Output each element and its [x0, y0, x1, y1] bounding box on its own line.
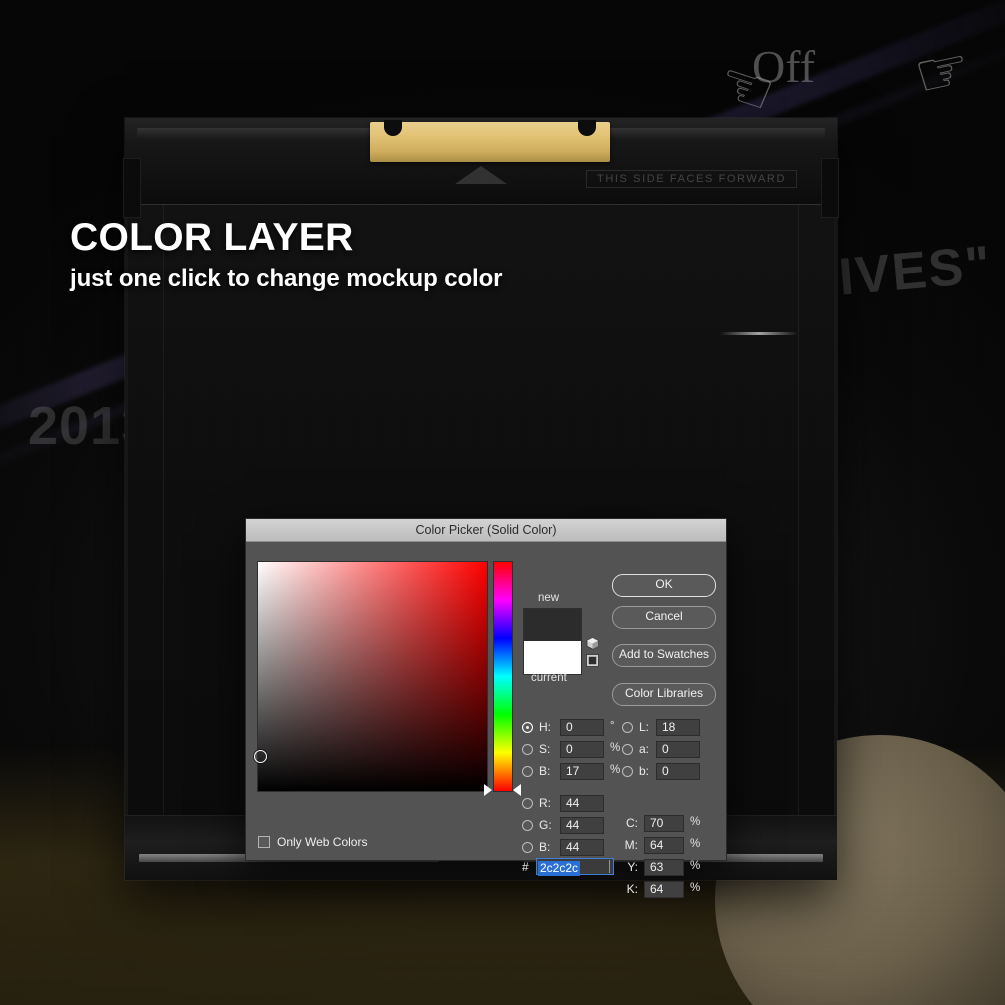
ok-button[interactable]: OK: [612, 574, 716, 597]
field-row-yellow[interactable]: Y: 63 %: [622, 858, 732, 879]
radio-brightness[interactable]: [522, 766, 533, 777]
label-lab-b: b:: [639, 764, 650, 778]
label-brightness: B:: [539, 764, 551, 778]
label-cyan: C:: [626, 816, 638, 830]
hue-slider-handle-right-icon[interactable]: [513, 784, 521, 796]
field-row-key[interactable]: K: 64 %: [622, 880, 732, 901]
web-safe-color-icon[interactable]: [586, 654, 599, 667]
input-saturation[interactable]: 0: [560, 741, 604, 758]
page-subtitle: just one click to change mockup color: [70, 264, 503, 292]
unit-brightness: %: [610, 764, 621, 776]
field-row-red[interactable]: R: 44: [522, 794, 722, 815]
label-lab-l: L:: [639, 720, 650, 734]
unit-cyan: %: [690, 816, 701, 828]
hex-prefix: #: [522, 860, 529, 874]
new-color-swatch: [523, 608, 582, 643]
radio-lab-a[interactable]: [622, 744, 633, 755]
input-lab-b[interactable]: 0: [656, 763, 700, 780]
label-magenta: M:: [624, 838, 638, 852]
radio-green[interactable]: [522, 820, 533, 831]
current-color-label: current: [531, 672, 567, 684]
hue-slider[interactable]: [493, 561, 513, 792]
page-title: COLOR LAYER: [70, 216, 354, 259]
add-to-swatches-button[interactable]: Add to Swatches: [612, 644, 716, 667]
field-row-lab-l[interactable]: L: 18: [622, 718, 732, 739]
color-picker-dialog[interactable]: Color Picker (Solid Color) new current O…: [245, 518, 727, 898]
unit-key: %: [690, 882, 701, 894]
label-green: G:: [539, 818, 552, 832]
radio-hue[interactable]: [522, 722, 533, 733]
radio-red[interactable]: [522, 798, 533, 809]
cmyk-fields: C: 70 % M: 64 % Y: 63 % K: 64 %: [622, 814, 732, 902]
unit-magenta: %: [690, 838, 701, 850]
label-lab-a: a:: [639, 742, 650, 756]
input-yellow[interactable]: 63: [644, 859, 684, 876]
input-hue[interactable]: 0: [560, 719, 604, 736]
only-web-colors-checkbox[interactable]: [258, 836, 270, 848]
unit-yellow: %: [690, 860, 701, 872]
current-color-swatch[interactable]: [523, 641, 582, 675]
input-red[interactable]: 44: [560, 795, 604, 812]
gamut-indicators: [586, 637, 600, 667]
saturation-brightness-field[interactable]: [254, 561, 488, 792]
lab-fields: L: 18 a: 0 b: 0: [622, 718, 732, 784]
hex-input[interactable]: 2c2c2c: [536, 858, 614, 876]
label-saturation: S:: [539, 742, 551, 756]
input-brightness[interactable]: 17: [560, 763, 604, 780]
label-key: K:: [626, 882, 638, 896]
label-blue: B:: [539, 840, 551, 854]
label-red: R:: [539, 796, 551, 810]
field-row-cyan[interactable]: C: 70 %: [622, 814, 732, 835]
field-row-lab-b[interactable]: b: 0: [622, 762, 732, 783]
hue-slider-handle-left-icon[interactable]: [484, 784, 492, 796]
new-color-label: new: [538, 592, 560, 604]
input-lab-l[interactable]: 18: [656, 719, 700, 736]
color-libraries-button[interactable]: Color Libraries: [612, 683, 716, 706]
field-row-lab-a[interactable]: a: 0: [622, 740, 732, 761]
out-of-gamut-cube-icon[interactable]: [586, 637, 599, 650]
radio-blue[interactable]: [522, 842, 533, 853]
field-row-magenta[interactable]: M: 64 %: [622, 836, 732, 857]
only-web-colors-label: Only Web Colors: [277, 835, 368, 849]
cancel-button[interactable]: Cancel: [612, 606, 716, 629]
overlay-headline: COLOR LAYER just one click to change moc…: [70, 216, 503, 293]
dialog-body: new current OK Cancel Add to Swatches Co…: [246, 542, 726, 898]
label-yellow: Y:: [627, 860, 638, 874]
input-blue[interactable]: 44: [560, 839, 604, 856]
label-hue: H:: [539, 720, 551, 734]
input-green[interactable]: 44: [560, 817, 604, 834]
input-cyan[interactable]: 70: [644, 815, 684, 832]
text-caret: [609, 860, 610, 873]
radio-lab-l[interactable]: [622, 722, 633, 733]
input-key[interactable]: 64: [644, 881, 684, 898]
color-field-marker[interactable]: [254, 750, 267, 763]
input-lab-a[interactable]: 0: [656, 741, 700, 758]
radio-saturation[interactable]: [522, 744, 533, 755]
hex-value: 2c2c2c: [538, 861, 581, 876]
unit-hue: °: [610, 720, 615, 732]
dialog-title-bar[interactable]: Color Picker (Solid Color): [246, 519, 726, 542]
unit-saturation: %: [610, 742, 621, 754]
input-magenta[interactable]: 64: [644, 837, 684, 854]
radio-lab-b[interactable]: [622, 766, 633, 777]
